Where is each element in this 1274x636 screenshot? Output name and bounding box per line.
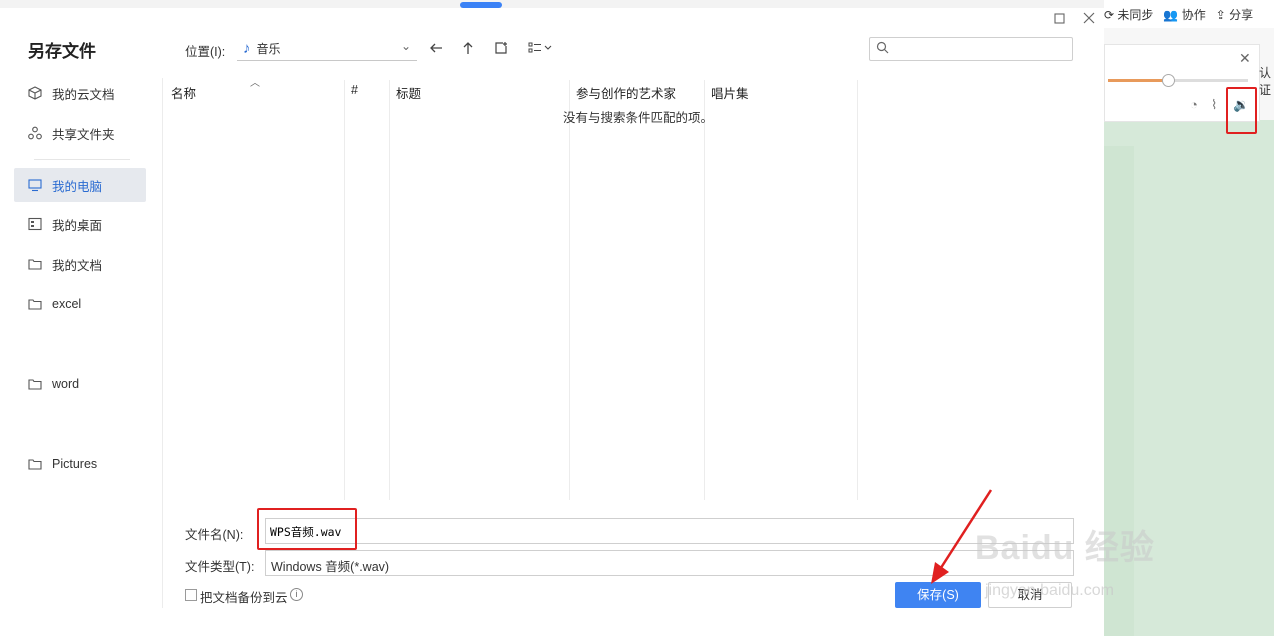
location-label: 位置(I):: [185, 45, 226, 59]
location-value: 音乐: [256, 41, 281, 56]
info-icon[interactable]: i: [290, 588, 303, 601]
sidebar-item-label: 共享文件夹: [52, 127, 115, 142]
sidebar-item-label: excel: [52, 297, 82, 311]
column-header-name[interactable]: 名称: [171, 83, 196, 102]
maximize-icon: [1053, 12, 1065, 24]
background-toolbar: ⟳ 未同步 👥 协作 ⇪ 分享: [1104, 0, 1274, 28]
search-field[interactable]: [869, 37, 1073, 61]
sidebar-item-label: Pictures: [52, 457, 98, 471]
background-title-strip: [0, 0, 1274, 8]
arrow-left-icon: [430, 43, 442, 53]
share-folder-icon: [28, 126, 42, 140]
sidebar-item-excel[interactable]: excel: [14, 288, 146, 320]
column-header-number[interactable]: #: [351, 83, 358, 97]
volume-slider-knob[interactable]: [1162, 74, 1175, 87]
sidebar-item-word[interactable]: word: [14, 368, 146, 400]
folder-icon: [28, 377, 42, 391]
sidebar-item-label: 我的桌面: [52, 218, 103, 233]
sidebar-item-my-desktop[interactable]: 我的桌面: [14, 208, 146, 240]
sidebar-item-label: 我的文档: [52, 258, 103, 273]
maximize-button[interactable]: [1051, 10, 1067, 26]
watermark-logo: Baidu 经验: [975, 529, 1155, 567]
dialog-title: 另存文件: [28, 42, 96, 61]
sidebar-item-shared-folder[interactable]: 共享文件夹: [14, 117, 146, 149]
search-icon: [876, 41, 889, 57]
desktop-icon: [28, 217, 42, 231]
sidebar-item-label: word: [52, 377, 80, 391]
audio-panel-close-icon[interactable]: ✕: [1239, 50, 1251, 67]
folder-icon: [28, 297, 42, 311]
search-input[interactable]: [894, 40, 1068, 58]
filetype-label: 文件类型(T):: [185, 560, 255, 574]
sidebar-item-label: 我的云文档: [52, 87, 115, 102]
sidebar-separator: [162, 78, 163, 608]
column-divider[interactable]: [857, 80, 858, 500]
folder-icon: [28, 257, 42, 271]
edge-text: 认证: [1259, 66, 1272, 97]
sidebar-item-my-computer[interactable]: 我的电脑: [14, 168, 146, 202]
sidebar-item-pictures[interactable]: Pictures: [14, 448, 146, 480]
sidebar-item-label: 我的电脑: [52, 179, 103, 194]
cloud-doc-icon: [28, 86, 42, 100]
music-note-icon: ♪: [243, 39, 251, 57]
column-header-title[interactable]: 标题: [396, 83, 421, 102]
column-divider[interactable]: [389, 80, 390, 500]
computer-icon: [28, 178, 42, 192]
arrow-up-icon: [463, 42, 473, 54]
column-header-artists[interactable]: 参与创作的艺术家: [576, 83, 676, 102]
close-icon: [1083, 12, 1095, 24]
watermark-url: jingyan.baidu.com: [985, 582, 1114, 599]
backup-checkbox-label[interactable]: 把文档备份到云: [200, 587, 288, 606]
sidebar-item-cloud-docs[interactable]: 我的云文档: [14, 77, 146, 109]
column-divider[interactable]: [569, 80, 570, 500]
location-dropdown[interactable]: ♪ 音乐 ⌄: [237, 36, 417, 61]
chevron-down-icon: ⌄: [400, 39, 411, 53]
collab-button[interactable]: 👥 协作: [1163, 6, 1205, 23]
highlight-box-audio-icon: [1226, 87, 1257, 134]
column-divider[interactable]: [704, 80, 705, 500]
new-folder-button[interactable]: [491, 38, 511, 58]
filetype-value: Windows 音频(*.wav): [271, 560, 390, 574]
folder-icon: [28, 457, 42, 471]
back-button[interactable]: [426, 38, 446, 58]
filename-label: 文件名(N):: [185, 528, 244, 542]
empty-list-message: 没有与搜索条件匹配的项。: [563, 111, 714, 125]
new-folder-icon: [495, 42, 507, 54]
backup-checkbox[interactable]: [185, 589, 197, 601]
column-divider[interactable]: [344, 80, 345, 500]
highlight-box-filename: [257, 508, 357, 550]
share-button[interactable]: ⇪ 分享: [1216, 6, 1253, 23]
up-button[interactable]: [458, 38, 478, 58]
sort-ascending-icon: ︿: [250, 78, 260, 89]
speed-icon[interactable]: ◔: [1190, 97, 1198, 112]
close-button[interactable]: [1081, 10, 1097, 26]
waveform-icon[interactable]: ⌇: [1211, 97, 1217, 113]
sidebar-item-my-documents[interactable]: 我的文档: [14, 248, 146, 280]
view-mode-button[interactable]: [526, 38, 556, 58]
column-header-album[interactable]: 唱片集: [711, 83, 749, 102]
sidebar-divider: [34, 159, 130, 160]
list-view-icon: [528, 42, 552, 53]
sync-status[interactable]: ⟳ 未同步: [1104, 6, 1153, 23]
volume-slider-fill: [1108, 79, 1168, 82]
